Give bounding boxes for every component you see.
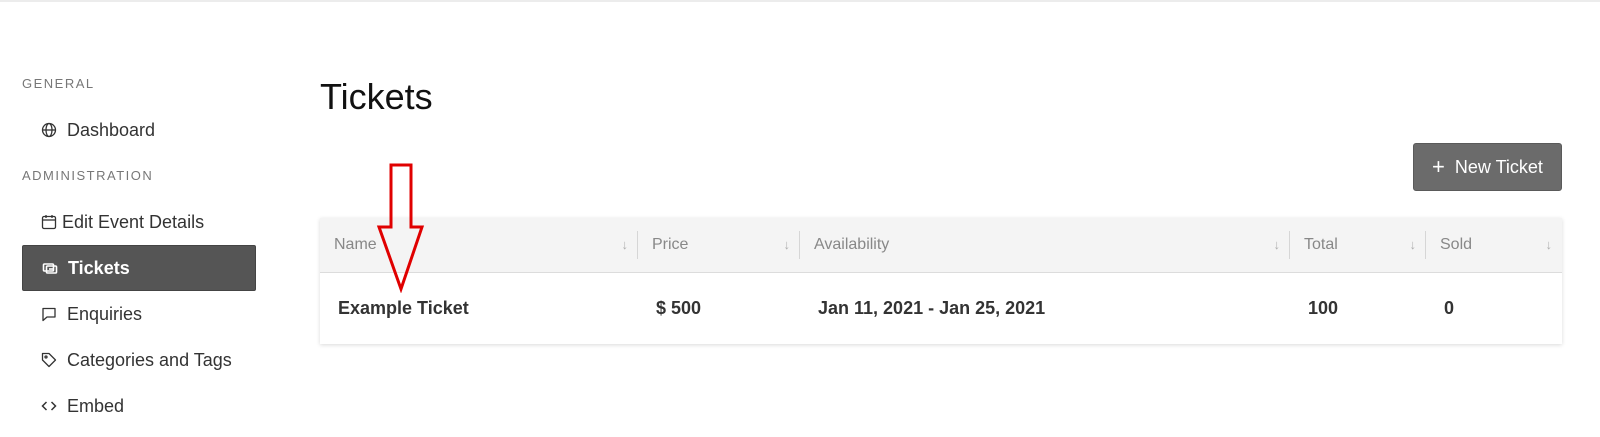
cell-availability: Jan 11, 2021 - Jan 25, 2021 xyxy=(818,298,1046,318)
page-title: Tickets xyxy=(320,76,433,117)
tag-icon xyxy=(40,351,58,369)
column-header-label: Sold xyxy=(1440,236,1473,253)
column-header-label: Price xyxy=(652,236,689,253)
table-row[interactable]: Example Ticket $ 500 Jan 11, 2021 - Jan … xyxy=(320,273,1562,344)
globe-icon xyxy=(40,121,58,139)
cell-total: 100 xyxy=(1308,298,1339,318)
sidebar-item-categories-and-tags[interactable]: Categories and Tags xyxy=(22,337,256,383)
column-header-sold[interactable]: Sold ↓ xyxy=(1426,218,1562,272)
ticket-icon xyxy=(41,259,59,277)
section-label-general: GENERAL xyxy=(22,76,95,91)
column-header-total[interactable]: Total ↓ xyxy=(1290,218,1426,272)
new-ticket-button[interactable]: + New Ticket xyxy=(1413,143,1562,191)
column-header-label: Availability xyxy=(814,236,890,253)
sidebar-item-label: Enquiries xyxy=(67,303,143,324)
cell-name[interactable]: Example Ticket xyxy=(320,273,638,344)
sidebar-item-label: Dashboard xyxy=(67,119,156,140)
sidebar-item-label: Embed xyxy=(67,395,125,416)
sort-arrow-icon[interactable]: ↓ xyxy=(1546,237,1553,252)
tickets-table: Name ↓ Price ↓ Availability ↓ Total ↓ So… xyxy=(320,218,1562,344)
plus-icon: + xyxy=(1432,154,1445,179)
cell-sold: 0 xyxy=(1444,298,1455,318)
column-header-availability[interactable]: Availability ↓ xyxy=(800,218,1290,272)
sidebar: GENERAL Dashboard ADMINISTRATION Edit Ev… xyxy=(0,0,270,437)
sidebar-item-label: Edit Event Details xyxy=(62,211,205,232)
code-icon xyxy=(40,397,58,415)
chat-icon xyxy=(40,305,58,323)
column-header-label: Total xyxy=(1304,236,1338,253)
sort-arrow-icon[interactable]: ↓ xyxy=(1410,237,1417,252)
cell-price: $ 500 xyxy=(656,298,702,318)
sidebar-item-tickets[interactable]: Tickets xyxy=(22,245,256,291)
section-label-administration: ADMINISTRATION xyxy=(22,168,154,183)
sidebar-item-edit-event-details[interactable]: Edit Event Details xyxy=(22,199,256,245)
sidebar-item-enquiries[interactable]: Enquiries xyxy=(22,291,256,337)
column-header-name[interactable]: Name ↓ xyxy=(320,218,638,272)
table-header: Name ↓ Price ↓ Availability ↓ Total ↓ So… xyxy=(320,218,1562,273)
sidebar-item-label: Tickets xyxy=(68,257,130,278)
red-arrow-annotation xyxy=(376,163,425,293)
new-ticket-button-label: New Ticket xyxy=(1454,156,1543,177)
sort-arrow-icon[interactable]: ↓ xyxy=(1274,237,1281,252)
sort-arrow-icon[interactable]: ↓ xyxy=(622,237,629,252)
sidebar-item-label: Categories and Tags xyxy=(67,349,232,370)
sort-arrow-icon[interactable]: ↓ xyxy=(784,237,791,252)
sidebar-item-dashboard[interactable]: Dashboard xyxy=(22,107,256,153)
calendar-icon xyxy=(40,213,58,231)
sidebar-item-embed[interactable]: Embed xyxy=(22,383,256,429)
column-header-price[interactable]: Price ↓ xyxy=(638,218,800,272)
